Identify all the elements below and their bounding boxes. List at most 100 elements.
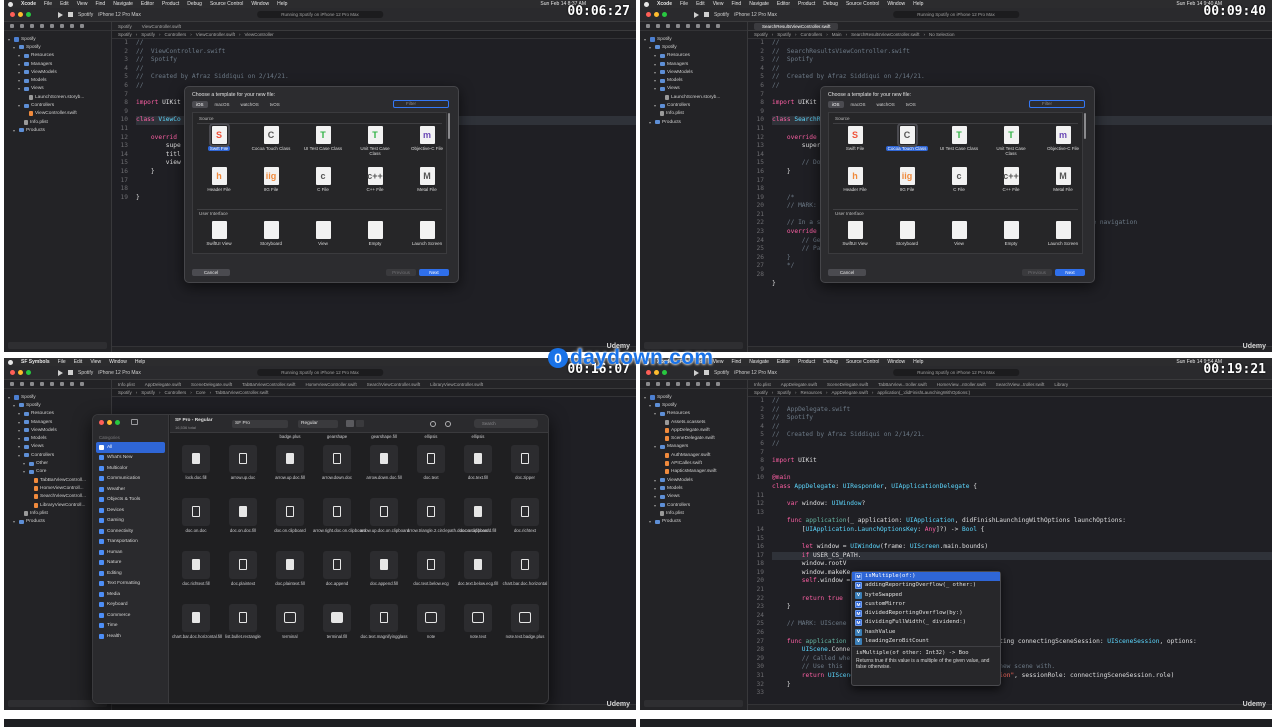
code-line[interactable]: // Created by Afraz Siddiqui on 2/14/21. xyxy=(136,73,636,82)
tree-row[interactable]: AppDelegate.swift xyxy=(644,426,747,434)
menu-app-name[interactable]: Xcode xyxy=(657,1,672,7)
run-icon[interactable] xyxy=(58,369,63,376)
template-item[interactable]: h Header File xyxy=(833,167,877,192)
tree-row[interactable]: ▾ Spotify xyxy=(8,43,111,51)
code-line[interactable]: window.rootV xyxy=(772,560,1272,569)
tree-row[interactable]: ▾ Managers xyxy=(8,60,111,68)
symbol-item[interactable]: doc.text xyxy=(407,445,455,480)
code-line[interactable]: let window = UIWindow(frame: UIScreen.ma… xyxy=(772,543,1272,552)
symbol-tile[interactable] xyxy=(511,445,539,473)
jump-bar-item[interactable]: Resources xyxy=(801,390,823,395)
tree-row[interactable]: ▾ Managers xyxy=(644,60,747,68)
symbol-tile[interactable] xyxy=(511,498,539,526)
navigator-tab-icon[interactable] xyxy=(10,24,14,28)
template-item[interactable]: c++ C++ File xyxy=(989,167,1033,192)
color-mode-icon[interactable] xyxy=(430,421,436,427)
stop-icon[interactable] xyxy=(704,12,709,17)
disclosure-icon[interactable]: ▾ xyxy=(654,503,658,508)
template-item[interactable]: T Unit Test Case Class xyxy=(353,126,397,156)
jump-bar-item[interactable]: ViewController.swift xyxy=(196,32,235,37)
symbol-tile[interactable] xyxy=(370,551,398,579)
navigator-filter-field[interactable] xyxy=(644,700,743,707)
code-line[interactable] xyxy=(772,629,1272,638)
category-item[interactable]: Multicolor xyxy=(93,463,168,474)
close-button[interactable] xyxy=(646,12,651,17)
navigator-tab-icon[interactable] xyxy=(696,24,700,28)
apple-menu-icon[interactable] xyxy=(8,1,13,7)
navigator-tab-icon[interactable] xyxy=(656,24,660,28)
template-scrollbar[interactable] xyxy=(448,113,450,139)
code-line[interactable] xyxy=(772,492,1272,501)
tree-row[interactable]: ▾ Spotify xyxy=(644,401,747,409)
editor-tab[interactable]: SearchViewController.swift xyxy=(367,382,420,387)
symbol-tile[interactable] xyxy=(182,498,210,526)
symbol-item[interactable]: list.bullet.rectangle xyxy=(219,604,267,639)
symbol-tile[interactable] xyxy=(229,604,257,632)
editor-tab[interactable]: Library xyxy=(1054,382,1068,387)
zoom-button[interactable] xyxy=(115,420,120,425)
template-item[interactable]: c C File xyxy=(301,167,345,192)
symbol-item[interactable]: arrow.up.doc.fill xyxy=(266,445,314,480)
category-item[interactable]: Text Formatting xyxy=(93,579,168,590)
symbol-tile[interactable] xyxy=(229,551,257,579)
menu-item[interactable]: Help xyxy=(135,359,145,365)
minimize-button[interactable] xyxy=(107,420,112,425)
code-line[interactable]: // xyxy=(772,423,1272,432)
tree-row[interactable]: ▾ Views xyxy=(644,85,747,93)
symbol-item[interactable]: doc.text.below.ecg.fill xyxy=(454,551,502,586)
tree-row[interactable]: ▾ ViewModels xyxy=(8,68,111,76)
code-line[interactable]: } xyxy=(772,603,1272,612)
minimize-button[interactable] xyxy=(18,370,23,375)
menu-item[interactable]: Window xyxy=(109,359,127,365)
code-line[interactable]: UIScene.Conne { xyxy=(772,646,1272,655)
category-item[interactable]: Gaming xyxy=(93,516,168,527)
navigator-filter-field[interactable] xyxy=(8,342,107,349)
device-selector[interactable]: iPhone 12 Pro Max xyxy=(98,370,141,376)
disclosure-icon[interactable]: ▾ xyxy=(649,519,653,524)
navigator-tab-icon[interactable] xyxy=(40,382,44,386)
completion-item[interactable]: VbyteSwapped xyxy=(852,591,1000,600)
template-item[interactable]: SwiftUI View xyxy=(197,221,241,246)
code-line[interactable]: // Called whe xyxy=(772,655,1272,664)
code-line[interactable]: func application(_ application: UIApplic… xyxy=(772,517,1272,526)
platform-tab[interactable]: watchOS xyxy=(237,101,263,108)
code-line[interactable]: return UISceneConfiguration(name: "Defau… xyxy=(772,672,1272,681)
tree-row[interactable]: LaunchScreen.storyb... xyxy=(8,93,111,101)
template-item[interactable]: iig IIG File xyxy=(885,167,929,192)
code-line[interactable]: } xyxy=(772,681,1272,690)
disclosure-icon[interactable]: ▾ xyxy=(13,403,17,408)
editor-tab[interactable]: TabBarView...troller.swift xyxy=(878,382,927,387)
completion-item[interactable]: MdividingFullWidth(_ dividend:) xyxy=(852,618,1000,627)
template-item[interactable]: M Metal File xyxy=(405,167,446,192)
menu-item[interactable]: Source Control xyxy=(846,359,879,365)
jump-bar-item[interactable]: AppDelegate.swift xyxy=(832,390,868,395)
template-item[interactable]: SwiftUI View xyxy=(833,221,877,246)
tree-row[interactable]: HapticsManager.swift xyxy=(644,468,747,476)
tree-row[interactable]: ▾ Views xyxy=(8,85,111,93)
category-item[interactable]: Devices xyxy=(93,505,168,516)
category-item[interactable]: What's New xyxy=(93,453,168,464)
symbol-tile[interactable] xyxy=(464,498,492,526)
disclosure-icon[interactable]: ▾ xyxy=(654,444,658,449)
tree-row[interactable]: ▾ Spotify xyxy=(644,43,747,51)
symbol-item[interactable]: doc.richtext xyxy=(501,498,548,533)
apple-menu-icon[interactable] xyxy=(8,359,13,365)
code-line[interactable]: self.window = xyxy=(772,577,1272,586)
code-line[interactable]: if USER_CS_PATH. xyxy=(772,551,1272,561)
disclosure-icon[interactable]: ▾ xyxy=(649,45,653,50)
code-line[interactable]: // AppDelegate.swift xyxy=(772,406,1272,415)
editor-tab[interactable]: SearchResultsViewController.swift xyxy=(754,22,839,30)
symbol-tile[interactable] xyxy=(417,445,445,473)
platform-tab[interactable]: iOS xyxy=(192,101,208,108)
platform-tab[interactable]: tvOS xyxy=(266,101,284,108)
menu-item[interactable]: Help xyxy=(913,1,923,7)
disclosure-icon[interactable]: ▾ xyxy=(18,453,22,458)
symbol-item[interactable]: doc.text.below.ecg xyxy=(407,551,455,586)
navigator-tab-icon[interactable] xyxy=(646,24,650,28)
template-item[interactable]: S Swift File xyxy=(197,123,241,151)
navigator-tab-icon[interactable] xyxy=(676,24,680,28)
tree-row[interactable]: ▾ Products xyxy=(644,118,747,126)
platform-tab[interactable]: macOS xyxy=(847,101,870,108)
navigator-tab-icon[interactable] xyxy=(20,382,24,386)
menu-item[interactable]: File xyxy=(680,1,688,7)
